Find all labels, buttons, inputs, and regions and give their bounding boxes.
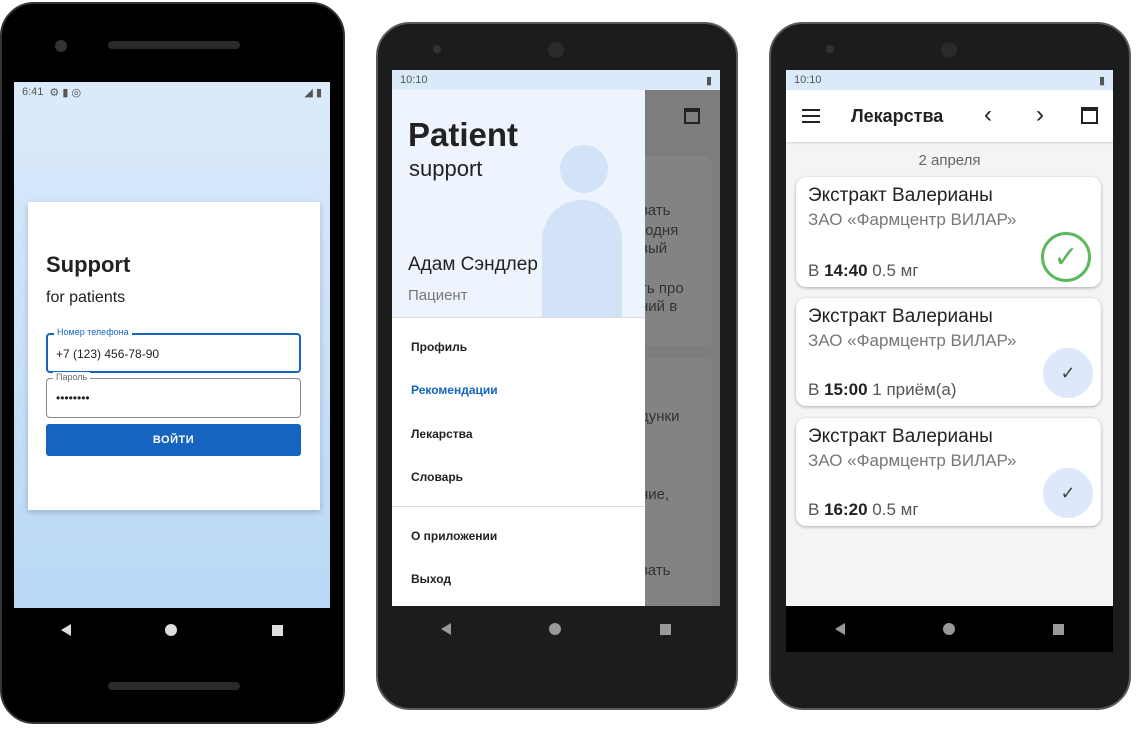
medicine-card[interactable]: Экстракт Валерианы ЗАО «Фармцентр ВИЛАР»… xyxy=(796,418,1101,526)
medicine-time: В 15:00 1 приём(а) xyxy=(808,380,957,399)
phone-value: +7 (123) 456-78-90 xyxy=(56,347,160,361)
medicine-maker: ЗАО «Фармцентр ВИЛАР» xyxy=(808,331,1017,350)
behind-text: дунки xyxy=(640,408,680,425)
logo-figure xyxy=(542,200,622,317)
recents-icon[interactable] xyxy=(271,624,283,636)
menu-icon[interactable] xyxy=(802,109,820,123)
nav-bar xyxy=(14,608,330,652)
nav-bar xyxy=(786,606,1113,652)
phone-medicines: 10:10 ▮ Лекарства ‹ › 2 апреля Экстракт … xyxy=(769,22,1131,710)
status-icons: ⚙ ▮ ◎ xyxy=(49,86,82,99)
camera-icon xyxy=(433,45,441,53)
recents-icon[interactable] xyxy=(1053,623,1064,635)
battery-icon: ◢ ▮ xyxy=(304,86,322,99)
behind-text: годня xyxy=(640,222,679,239)
phone-login: 6:41 ⚙ ▮ ◎ ◢ ▮ Support for patients Номе… xyxy=(0,2,345,724)
status-time: 6:41 xyxy=(22,86,44,98)
behind-content: вать годня вый ть про ний в дунки ние, в… xyxy=(632,90,720,606)
medicine-name: Экстракт Валерианы xyxy=(808,306,993,327)
calendar-icon xyxy=(684,108,700,124)
phone-label: Номер телефона xyxy=(54,327,132,337)
home-icon[interactable] xyxy=(943,623,955,635)
back-icon[interactable] xyxy=(61,624,72,636)
medicine-name: Экстракт Валерианы xyxy=(808,426,993,447)
medicine-card[interactable]: Экстракт Валерианы ЗАО «Фармцентр ВИЛАР»… xyxy=(796,177,1101,287)
sensor xyxy=(548,42,564,58)
medicine-name: Экстракт Валерианы xyxy=(808,185,993,206)
logo-figure xyxy=(560,145,608,193)
status-time: 10:10 xyxy=(794,74,822,86)
menu-item-medicines[interactable]: Лекарства xyxy=(411,427,473,441)
nav-bar xyxy=(392,606,720,652)
login-screen: 6:41 ⚙ ▮ ◎ ◢ ▮ Support for patients Номе… xyxy=(14,82,330,608)
back-icon[interactable] xyxy=(441,623,452,635)
recents-icon[interactable] xyxy=(659,623,671,635)
menu-item-about[interactable]: О приложении xyxy=(411,529,497,543)
menu-item-recommendations[interactable]: Рекомендации xyxy=(411,383,498,397)
mark-taken-check-icon[interactable]: ✓ xyxy=(1043,468,1093,518)
password-field[interactable]: Пароль •••••••• xyxy=(46,372,301,418)
behind-text: ний в xyxy=(640,298,678,315)
user-name: Адам Сэндлер xyxy=(408,254,538,275)
medicine-maker: ЗАО «Фармцентр ВИЛАР» xyxy=(808,210,1017,229)
calendar-icon[interactable] xyxy=(1081,107,1098,124)
brand-title: Patient xyxy=(408,116,519,153)
menu-item-profile[interactable]: Профиль xyxy=(411,340,467,354)
drawer-header: Patient support Адам Сэндлер Пациент xyxy=(392,90,645,317)
home-icon[interactable] xyxy=(549,623,562,635)
mark-taken-check-icon[interactable]: ✓ xyxy=(1043,348,1093,398)
battery-icon: ▮ xyxy=(1098,74,1105,87)
back-icon[interactable] xyxy=(835,623,845,635)
app-subtitle: for patients xyxy=(46,289,126,306)
menu-item-logout[interactable]: Выход xyxy=(411,572,451,586)
medicine-time: В 14:40 0.5 мг xyxy=(808,261,919,280)
medicine-time: В 16:20 0.5 мг xyxy=(808,500,919,519)
camera-icon xyxy=(826,45,834,53)
menu-item-dictionary[interactable]: Словарь xyxy=(411,470,463,484)
taken-check-icon[interactable]: ✓ xyxy=(1041,232,1091,282)
app-bar: Лекарства ‹ › xyxy=(786,90,1113,142)
nav-drawer: Patient support Адам Сэндлер Пациент Про… xyxy=(392,90,645,606)
battery-icon: ▮ xyxy=(705,74,712,87)
behind-text: ть про xyxy=(640,280,684,297)
sensor xyxy=(941,42,957,58)
speaker-grille xyxy=(108,41,240,49)
password-label: Пароль xyxy=(53,372,91,382)
camera-icon xyxy=(55,40,67,52)
home-icon[interactable] xyxy=(165,624,178,636)
date-label: 2 апреля xyxy=(918,152,981,169)
login-card: Support for patients Номер телефона +7 (… xyxy=(28,202,320,510)
app-title: Support xyxy=(46,252,131,277)
medicine-maker: ЗАО «Фармцентр ВИЛАР» xyxy=(808,451,1017,470)
prev-day-icon[interactable]: ‹ xyxy=(984,101,992,129)
medicines-screen: 10:10 ▮ Лекарства ‹ › 2 апреля Экстракт … xyxy=(786,70,1113,606)
user-role: Пациент xyxy=(408,287,468,304)
password-value: •••••••• xyxy=(56,391,90,405)
bottom-grille xyxy=(108,682,240,690)
phone-drawer: 10:10 ▮ вать годня вый ть про ний в дунк… xyxy=(376,22,738,710)
brand-subtitle: support xyxy=(409,156,483,181)
screen-title: Лекарства xyxy=(851,106,944,126)
next-day-icon[interactable]: › xyxy=(1036,101,1044,129)
drawer-screen: 10:10 ▮ вать годня вый ть про ний в дунк… xyxy=(392,70,720,606)
phone-field[interactable]: Номер телефона +7 (123) 456-78-90 xyxy=(46,327,301,373)
medicine-card[interactable]: Экстракт Валерианы ЗАО «Фармцентр ВИЛАР»… xyxy=(796,298,1101,406)
status-time: 10:10 xyxy=(400,74,428,86)
login-button[interactable]: ВОЙТИ xyxy=(46,424,301,456)
